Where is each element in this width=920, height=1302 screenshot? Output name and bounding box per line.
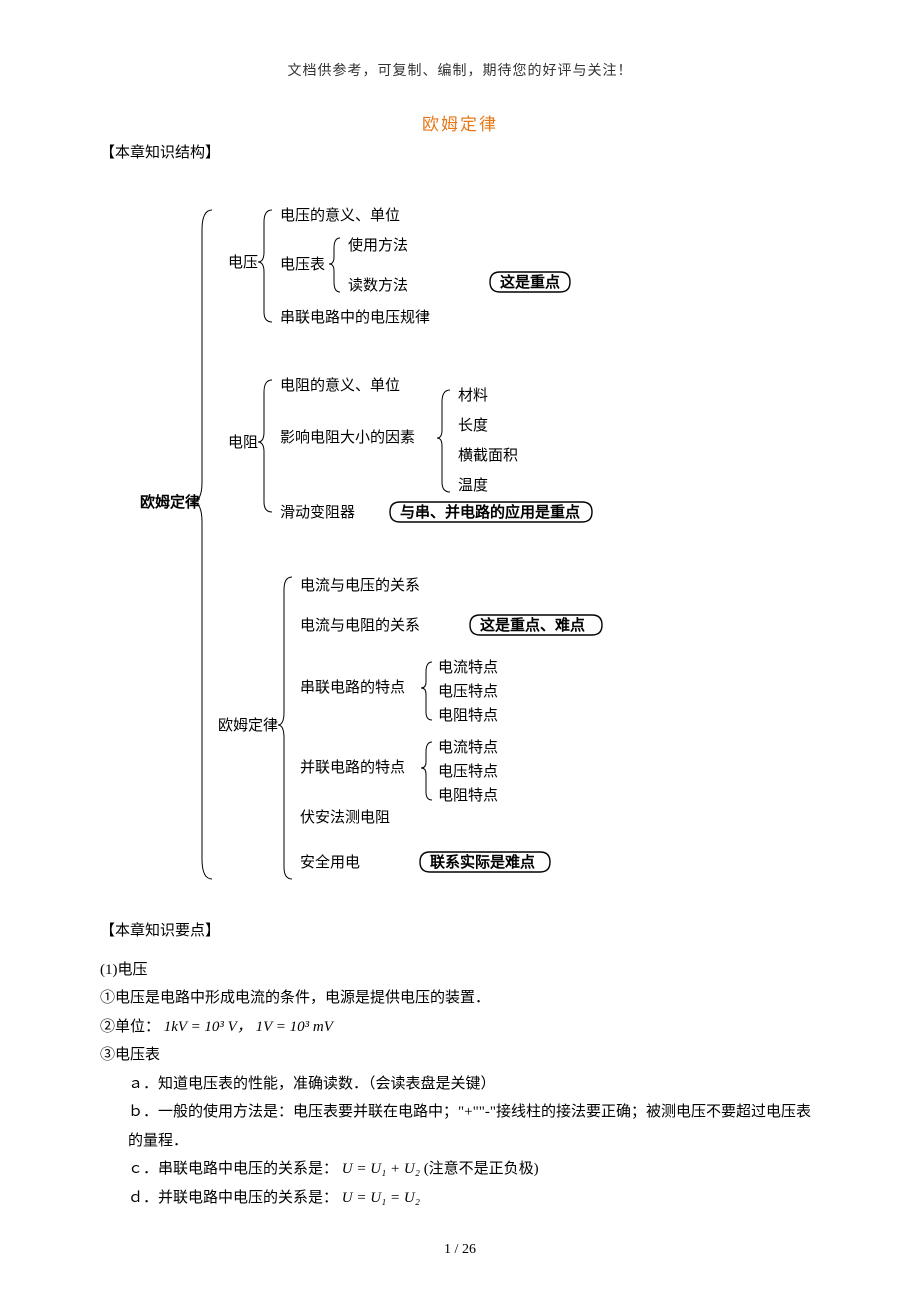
section-knowledge-structure-title: 【本章知识结构】 bbox=[100, 141, 820, 162]
section-knowledge-points-title: 【本章知识要点】 bbox=[100, 917, 820, 946]
line-3-prefix: ②单位： bbox=[100, 1019, 160, 1035]
line-7-prefix: ｃ．串联电路中电压的关系是： bbox=[128, 1161, 338, 1177]
header-note: 文档供参考，可复制、编制，期待您的好评与关注！ bbox=[100, 60, 820, 80]
parallel-label: 并联电路的特点 bbox=[300, 759, 405, 776]
ohm-rel-resistance: 电流与电阻的关系 bbox=[300, 617, 420, 634]
line-2: ①电压是电路中形成电流的条件，电源是提供电压的装置． bbox=[100, 984, 820, 1013]
line-8-formula: U = U₁ = U₂ bbox=[342, 1190, 420, 1206]
factor-area: 横截面积 bbox=[458, 447, 518, 464]
line-4: ③电压表 bbox=[100, 1041, 820, 1070]
series-voltage: 电压特点 bbox=[438, 683, 498, 700]
line-3: ②单位： 1kV = 10³ V， 1V = 10³ mV bbox=[100, 1013, 820, 1042]
ohm-rel-voltage: 电流与电压的关系 bbox=[300, 577, 420, 594]
line-7: ｃ．串联电路中电压的关系是： U = U₁ + U₂ (注意不是正负极) bbox=[128, 1155, 820, 1184]
factor-material: 材料 bbox=[458, 387, 488, 404]
knowledge-structure-diagram: 欧姆定律 电压 电压的意义、单位 电压表 使用方法 读数方法 这是重点 串联电路… bbox=[140, 172, 780, 897]
parallel-resistance: 电阻特点 bbox=[438, 787, 498, 804]
resistance-factors-label: 影响电阻大小的因素 bbox=[280, 429, 415, 446]
diagram-svg: 欧姆定律 电压 电压的意义、单位 电压表 使用方法 读数方法 这是重点 串联电路… bbox=[140, 172, 780, 892]
voltage-item-meaning: 电压的意义、单位 bbox=[280, 206, 400, 224]
ohm-box-key: 这是重点、难点 bbox=[480, 616, 585, 634]
parallel-voltage: 电压特点 bbox=[438, 763, 498, 780]
line-5: ａ．知道电压表的性能，准确读数．（会读表盘是关键） bbox=[128, 1070, 820, 1099]
voltmeter-label: 电压表 bbox=[280, 256, 325, 273]
line-3-formula: 1kV = 10³ V， 1V = 10³ mV bbox=[164, 1019, 333, 1035]
parallel-current: 电流特点 bbox=[438, 739, 498, 756]
voltage-series-rule: 串联电路中的电压规律 bbox=[280, 309, 430, 326]
va-method: 伏安法测电阻 bbox=[300, 809, 390, 826]
voltmeter-read: 读数方法 bbox=[348, 277, 408, 294]
line-7-suffix: (注意不是正负极) bbox=[424, 1161, 539, 1177]
factor-temp: 温度 bbox=[458, 477, 488, 494]
page-total: 26 bbox=[462, 1242, 476, 1257]
line-1: (1)电压 bbox=[100, 956, 820, 985]
voltage-label: 电压 bbox=[228, 254, 258, 271]
resistance-box: 与串、并电路的应用是重点 bbox=[400, 503, 580, 521]
slider-label: 滑动变阻器 bbox=[280, 504, 355, 521]
ohm-label: 欧姆定律 bbox=[218, 717, 278, 734]
resistance-label: 电阻 bbox=[228, 434, 258, 451]
line-7-formula: U = U₁ + U₂ bbox=[342, 1161, 420, 1177]
line-6: ｂ．一般的使用方法是：电压表要并联在电路中；"+""-"接线柱的接法要正确；被测… bbox=[128, 1098, 820, 1155]
series-label: 串联电路的特点 bbox=[300, 679, 405, 696]
voltmeter-use: 使用方法 bbox=[348, 237, 408, 254]
safety-box: 联系实际是难点 bbox=[430, 853, 535, 871]
line-8-prefix: ｄ．并联电路中电压的关系是： bbox=[128, 1190, 338, 1206]
document-title: 欧姆定律 bbox=[100, 110, 820, 135]
resistance-meaning: 电阻的意义、单位 bbox=[280, 376, 400, 394]
page-number: 1 / 26 bbox=[100, 1242, 820, 1258]
document-page: 文档供参考，可复制、编制，期待您的好评与关注！ 欧姆定律 【本章知识结构】 欧姆… bbox=[0, 0, 920, 1298]
knowledge-points-section: 【本章知识要点】 (1)电压 ①电压是电路中形成电流的条件，电源是提供电压的装置… bbox=[100, 917, 820, 1212]
series-current: 电流特点 bbox=[438, 659, 498, 676]
series-resistance: 电阻特点 bbox=[438, 707, 498, 724]
voltage-box: 这是重点 bbox=[500, 273, 560, 291]
page-sep: / bbox=[451, 1242, 462, 1257]
safety: 安全用电 bbox=[300, 853, 360, 871]
page-current: 1 bbox=[444, 1242, 451, 1257]
diagram-root-label: 欧姆定律 bbox=[140, 493, 200, 511]
line-8: ｄ．并联电路中电压的关系是： U = U₁ = U₂ bbox=[128, 1184, 820, 1213]
factor-length: 长度 bbox=[458, 417, 488, 434]
